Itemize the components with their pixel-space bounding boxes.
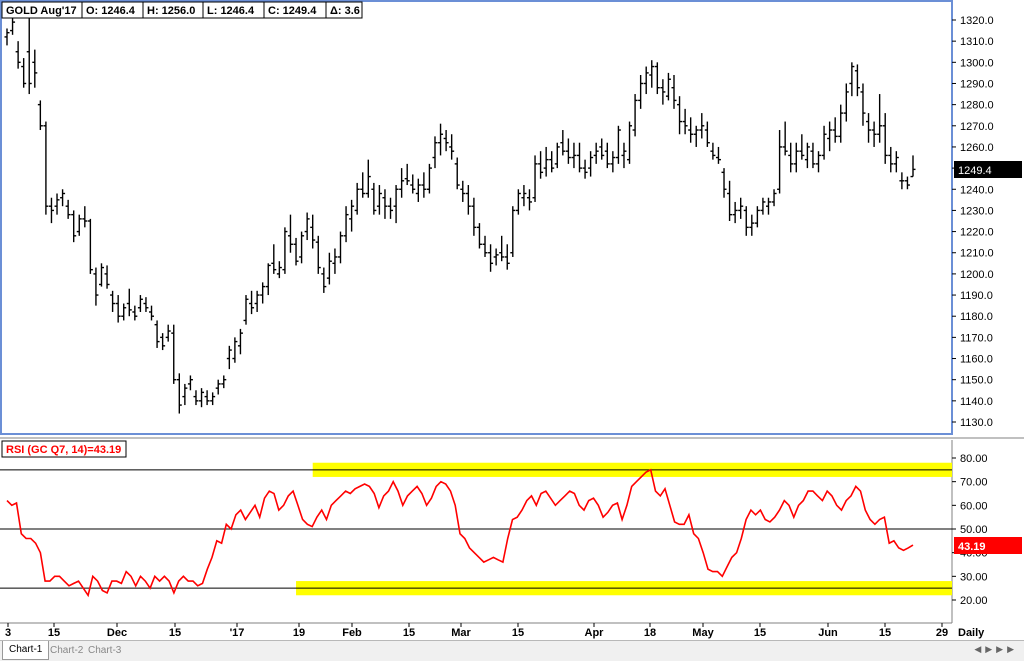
low-label: L: 1246.4 — [207, 5, 255, 17]
price-tick-label: 1240.0 — [960, 184, 994, 196]
last-rsi-value: 43.19 — [958, 541, 986, 553]
price-tick-label: 1280.0 — [960, 100, 994, 112]
price-tick-label: 1130.0 — [960, 417, 993, 429]
price-tick-label: 1270.0 — [960, 121, 994, 133]
time-tick-label: 15 — [754, 627, 766, 639]
time-tick-label: May — [692, 627, 714, 639]
last-rsi-marker: 43.19 — [954, 537, 1022, 554]
price-tick-label: 1230.0 — [960, 205, 994, 217]
time-tick-label: 29 — [936, 627, 948, 639]
price-tick-label: 1220.0 — [960, 227, 994, 239]
price-tick-label: 1260.0 — [960, 142, 994, 154]
ohlc-header: GOLD Aug'17 O: 1246.4 H: 1256.0 L: 1246.… — [1, 1, 363, 19]
price-tick-label: 1210.0 — [960, 248, 994, 260]
price-tick-label: 1300.0 — [960, 57, 994, 69]
price-tick-label: 1150.0 — [960, 375, 993, 387]
rsi-tick-label: 80.00 — [960, 453, 988, 465]
change-label: Δ: 3.6 — [330, 5, 360, 17]
time-tick-label: 19 — [293, 627, 305, 639]
rsi-tick-label: 30.00 — [960, 571, 988, 583]
time-tick-label: Feb — [342, 627, 362, 639]
price-tick-label: 1140.0 — [960, 396, 993, 408]
period-label: Daily — [958, 627, 985, 639]
rsi-title: RSI (GC Q7, 14)=43.19 — [6, 444, 121, 456]
chart-background — [0, 0, 1024, 640]
price-tick-label: 1310.0 — [960, 36, 994, 48]
rsi-header: RSI (GC Q7, 14)=43.19 — [1, 440, 127, 458]
price-tick-label: 1180.0 — [960, 311, 993, 323]
close-label: C: 1249.4 — [268, 5, 317, 17]
price-tick-label: 1170.0 — [960, 332, 993, 344]
time-tick-label: 15 — [879, 627, 891, 639]
tab-chart-3[interactable]: Chart-3 — [82, 643, 127, 659]
tab-nav-buttons[interactable]: ◀▶▶▶ — [974, 644, 1018, 655]
time-tick-label: 15 — [403, 627, 415, 639]
price-tick-label: 1190.0 — [960, 290, 993, 302]
last-price-marker: 1249.4 — [954, 161, 1022, 178]
high-label: H: 1256.0 — [147, 5, 195, 17]
price-tick-label: 1160.0 — [960, 354, 993, 366]
symbol-label: GOLD Aug'17 — [6, 5, 77, 17]
time-tick-label: Jun — [818, 627, 838, 639]
time-tick-label: 15 — [169, 627, 181, 639]
open-label: O: 1246.4 — [86, 5, 136, 17]
chart-tab-bar: Chart-1 Chart-2 Chart-3 ◀▶▶▶ — [0, 640, 1024, 661]
tab-chart-1[interactable]: Chart-1 — [2, 641, 50, 660]
price-tick-label: 1200.0 — [960, 269, 994, 281]
time-tick-label: 15 — [512, 627, 524, 639]
time-tick-label: Dec — [107, 627, 127, 639]
time-tick-label: 18 — [644, 627, 656, 639]
rsi-tick-label: 70.00 — [960, 477, 988, 489]
time-tick-label: 3 — [5, 627, 11, 639]
time-tick-label: '17 — [230, 627, 245, 639]
price-tick-label: 1290.0 — [960, 78, 994, 90]
chart-svg: 1130.0 1140.0 1150.0 1160.0 1170.0 1180.0 1190… — [0, 0, 1024, 640]
rsi-tick-label: 20.00 — [960, 595, 988, 607]
last-price-value: 1249.4 — [958, 165, 992, 177]
time-tick-label: Mar — [451, 627, 471, 639]
rsi-tick-label: 50.00 — [960, 524, 988, 536]
time-tick-label: 15 — [48, 627, 60, 639]
rsi-tick-label: 60.00 — [960, 500, 988, 512]
time-tick-label: Apr — [585, 627, 605, 639]
price-tick-label: 1320.0 — [960, 15, 994, 27]
